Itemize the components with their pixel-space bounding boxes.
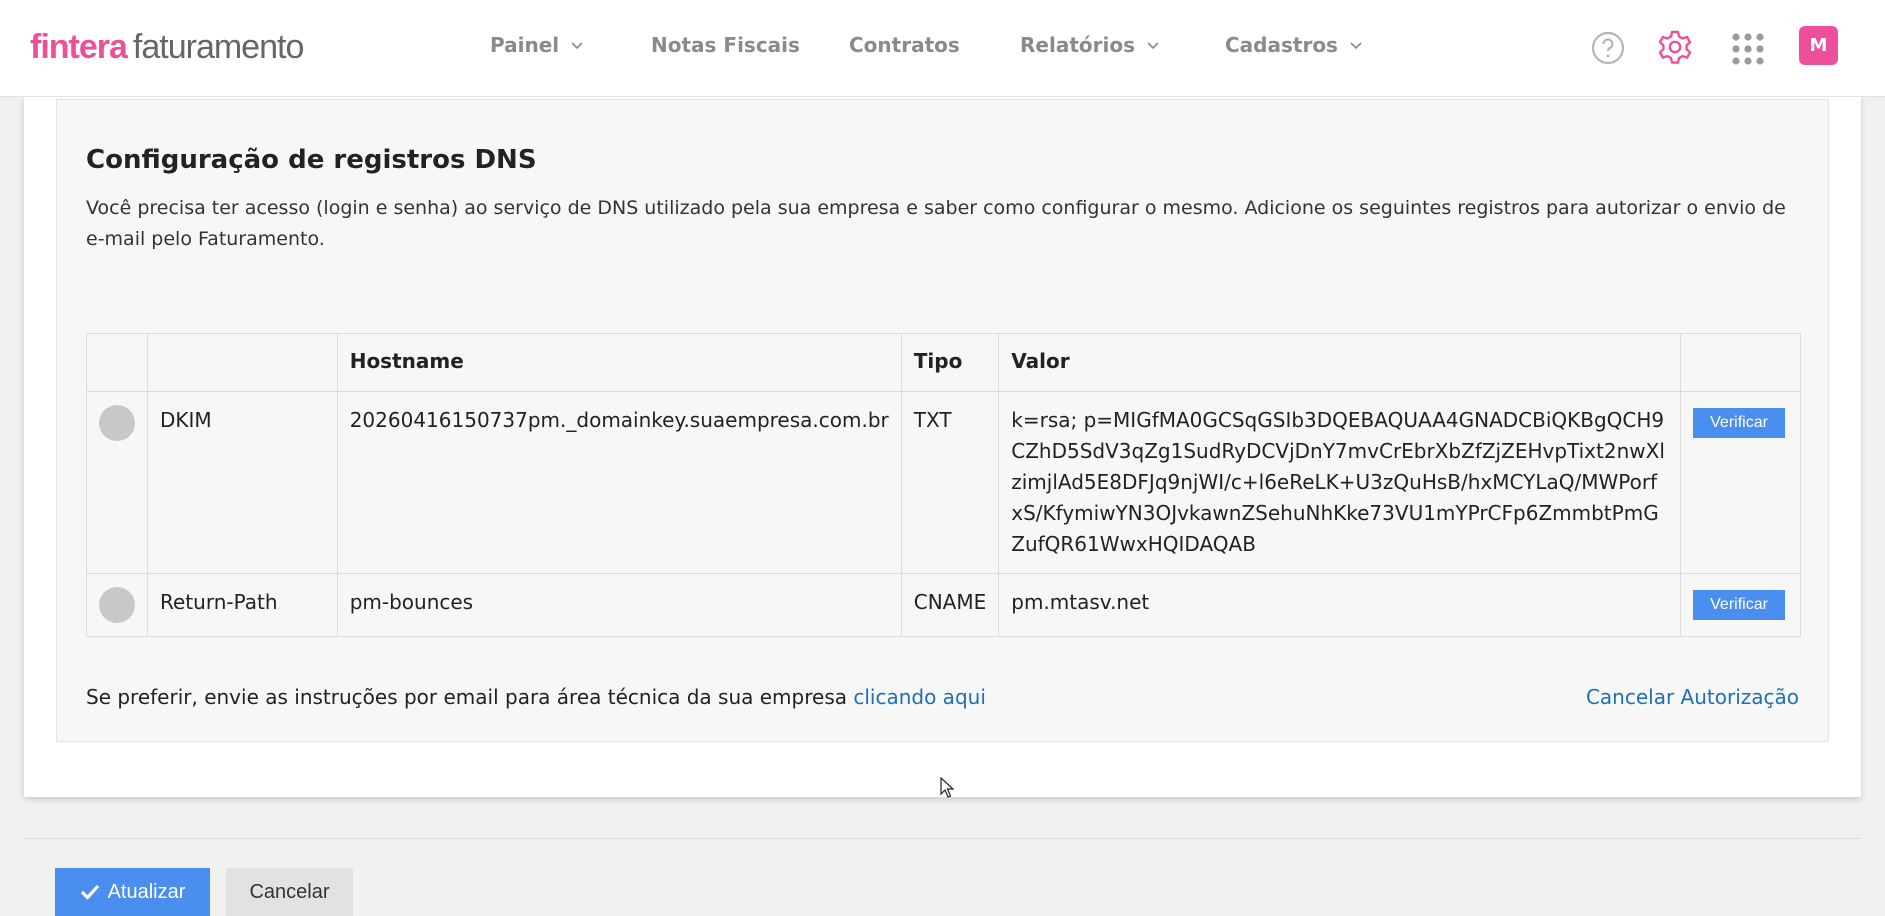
email-instructions-label: Se preferir, envie as instruções por ema… <box>86 685 854 709</box>
dns-records-table: Hostname Tipo Valor DKIM 20260416150737p… <box>86 333 1801 637</box>
action-cell: Verificar <box>1680 391 1801 574</box>
status-cell <box>86 573 148 637</box>
status-indicator <box>99 405 135 441</box>
help-icon[interactable] <box>1591 31 1625 65</box>
chevron-down-icon <box>1350 42 1362 50</box>
nav-cadastros[interactable]: Cadastros <box>1225 30 1364 60</box>
nav-notas-fiscais-label: Notas Fiscais <box>651 33 800 57</box>
nav-notas-fiscais[interactable]: Notas Fiscais <box>651 30 800 60</box>
nav-contratos[interactable]: Contratos <box>849 30 960 60</box>
record-value: pm.mtasv.net <box>998 573 1682 637</box>
gear-icon[interactable] <box>1657 29 1693 65</box>
record-hostname: 20260416150737pm._domainkey.suaempresa.c… <box>336 391 902 574</box>
record-value: k=rsa; p=MIGfMA0GCSqGSIb3DQEBAQUAA4GNADC… <box>998 391 1682 574</box>
table-row: Return-Path pm-bounces CNAME pm.mtasv.ne… <box>86 573 1801 637</box>
cancel-authorization-link[interactable]: Cancelar Autorização <box>1586 685 1799 709</box>
section-divider <box>24 838 1861 839</box>
col-action <box>1680 333 1801 392</box>
status-indicator <box>99 587 135 623</box>
action-cell: Verificar <box>1680 573 1801 637</box>
verify-return-path-button[interactable]: Verificar <box>1693 590 1785 620</box>
col-hostname: Hostname <box>336 333 902 392</box>
cancel-button[interactable]: Cancelar <box>226 868 353 916</box>
record-name: DKIM <box>147 391 338 574</box>
send-instructions-link[interactable]: clicando aqui <box>853 685 986 709</box>
record-type: CNAME <box>900 573 1000 637</box>
col-valor: Valor <box>998 333 1682 392</box>
nav-cadastros-label: Cadastros <box>1225 33 1338 57</box>
nav-relatorios-label: Relatórios <box>1020 33 1135 57</box>
user-avatar[interactable]: M <box>1799 26 1838 65</box>
col-tipo: Tipo <box>900 333 1000 392</box>
dns-config-title: Configuração de registros DNS <box>86 145 537 175</box>
mouse-cursor-icon <box>940 777 954 798</box>
email-instructions-text: Se preferir, envie as instruções por ema… <box>86 685 986 709</box>
table-header-row: Hostname Tipo Valor <box>86 333 1801 392</box>
app-logo[interactable]: fintera faturamento <box>30 24 304 70</box>
chevron-down-icon <box>1147 42 1159 50</box>
update-button[interactable]: Atualizar <box>55 868 210 916</box>
logo-brand: fintera <box>30 28 128 66</box>
logo-product: faturamento <box>132 28 304 66</box>
record-type: TXT <box>900 391 1000 574</box>
dns-config-panel: Configuração de registros DNS Você preci… <box>56 99 1829 742</box>
record-name: Return-Path <box>147 573 338 637</box>
update-button-label: Atualizar <box>107 880 186 903</box>
top-navbar: fintera faturamento Painel Notas Fiscais … <box>0 0 1885 97</box>
col-status <box>86 333 148 392</box>
record-hostname: pm-bounces <box>336 573 902 637</box>
status-cell <box>86 391 148 574</box>
nav-contratos-label: Contratos <box>849 33 960 57</box>
chevron-down-icon <box>571 42 583 50</box>
verify-dkim-button[interactable]: Verificar <box>1693 408 1785 438</box>
check-icon <box>80 884 99 900</box>
col-record <box>147 333 338 392</box>
nav-relatorios[interactable]: Relatórios <box>1020 30 1161 60</box>
settings-card: Configuração de registros DNS Você preci… <box>24 97 1861 797</box>
table-row: DKIM 20260416150737pm._domainkey.suaempr… <box>86 391 1801 574</box>
apps-grid-icon[interactable] <box>1731 32 1765 66</box>
nav-painel-label: Painel <box>490 33 560 57</box>
dns-config-description: Você precisa ter acesso (login e senha) … <box>86 197 1786 250</box>
nav-painel[interactable]: Painel <box>490 30 585 60</box>
